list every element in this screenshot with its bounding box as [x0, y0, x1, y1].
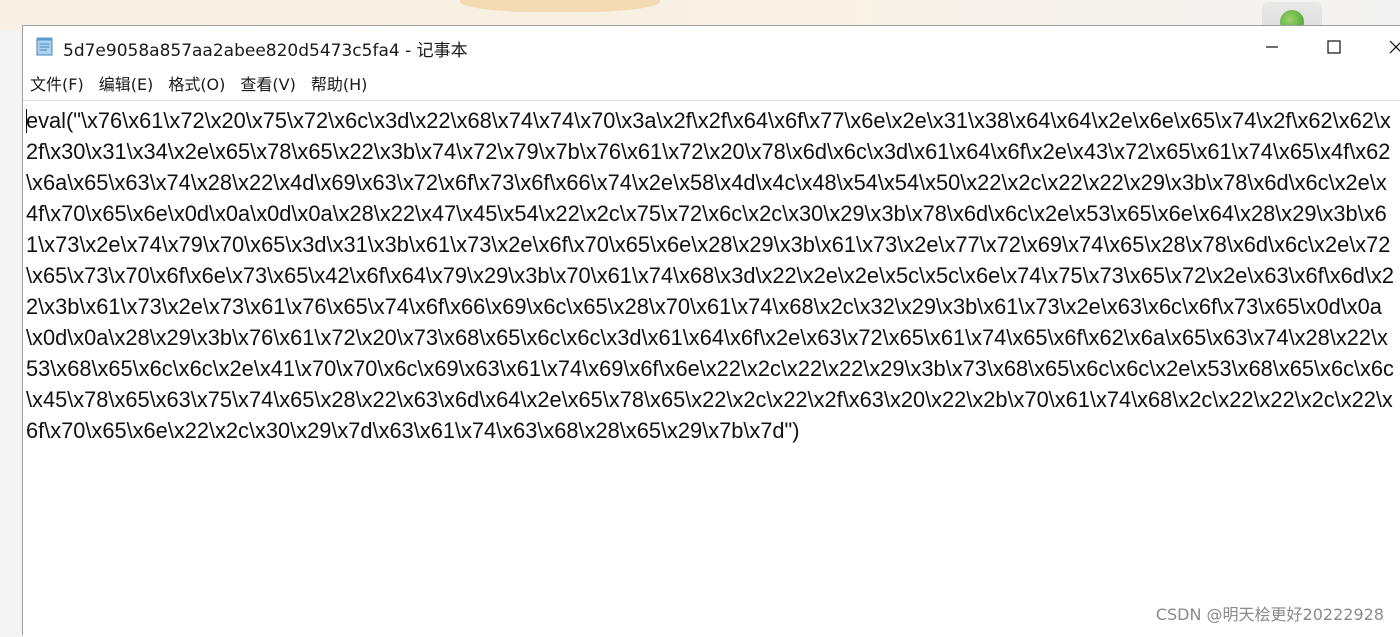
notepad-window: 5d7e9058a857aa2abee820d5473c5fa4 - 记事本 文… — [22, 25, 1400, 637]
close-button[interactable] — [1373, 26, 1400, 68]
title-bar[interactable]: 5d7e9058a857aa2abee820d5473c5fa4 - 记事本 — [23, 26, 1400, 68]
background-graphic — [460, 0, 660, 12]
menu-format[interactable]: 格式(O) — [168, 68, 232, 98]
menu-view[interactable]: 查看(V) — [240, 68, 302, 98]
editor-content[interactable]: eval("\x76\x61\x72\x20\x75\x72\x6c\x3d\x… — [26, 105, 1396, 446]
window-title: 5d7e9058a857aa2abee820d5473c5fa4 - 记事本 — [63, 41, 468, 61]
maximize-icon — [1327, 40, 1341, 54]
minimize-button[interactable] — [1249, 26, 1295, 68]
maximize-button[interactable] — [1311, 26, 1357, 68]
text-editor-area[interactable]: eval("\x76\x61\x72\x20\x75\x72\x6c\x3d\x… — [23, 100, 1400, 637]
menu-bar: 文件(F) 编辑(E) 格式(O) 查看(V) 帮助(H) — [23, 68, 1400, 98]
csdn-watermark: CSDN @明天桧更好20222928 — [1155, 605, 1384, 624]
menu-edit[interactable]: 编辑(E) — [99, 68, 161, 98]
minimize-icon — [1266, 46, 1278, 48]
close-icon — [1389, 40, 1400, 54]
menu-help[interactable]: 帮助(H) — [311, 68, 375, 98]
menu-file[interactable]: 文件(F) — [30, 68, 91, 98]
notepad-icon — [36, 37, 53, 56]
